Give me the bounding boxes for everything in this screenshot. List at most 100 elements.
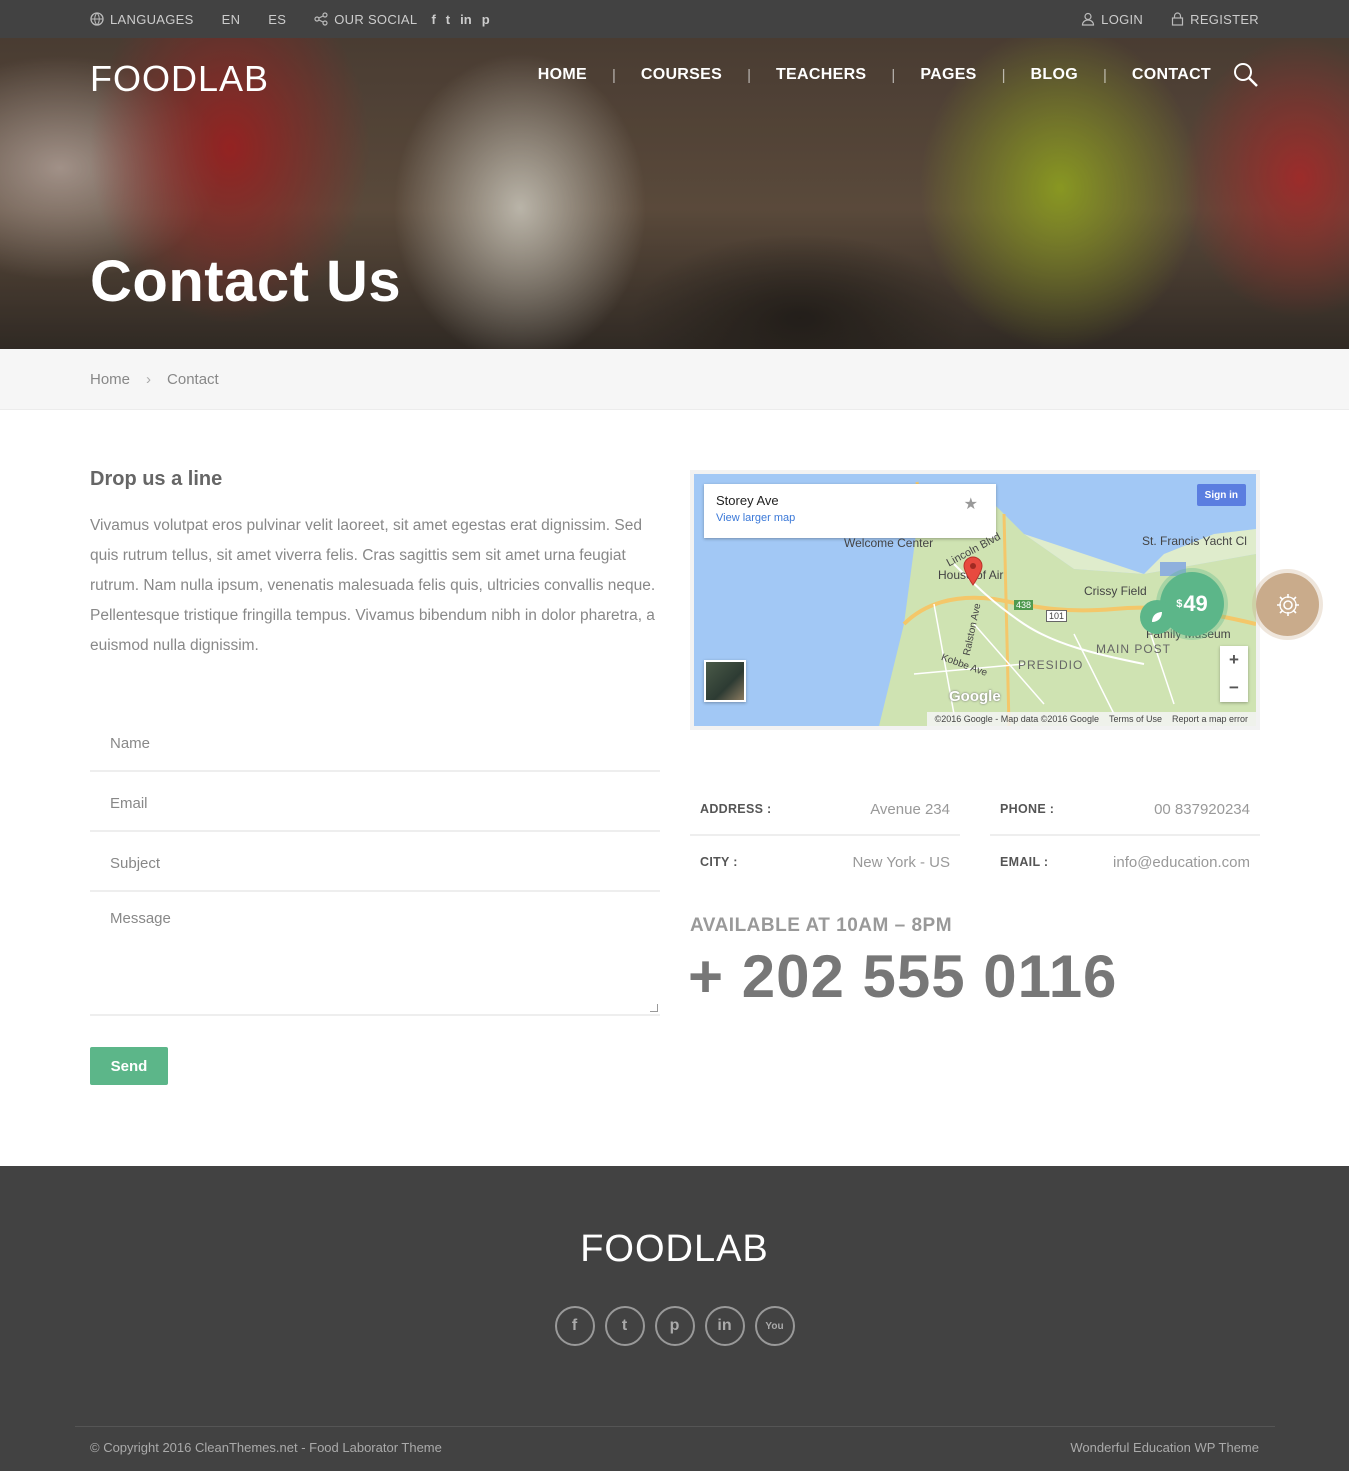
globe-icon [90,12,104,26]
phone-value: 00 837920234 [1154,800,1250,818]
lock-icon [1172,12,1184,26]
footer-divider [75,1426,1275,1427]
breadcrumb-home[interactable]: Home [90,371,130,388]
languages-menu[interactable]: LANGUAGES [90,12,194,27]
name-field[interactable]: Name [90,716,660,772]
user-icon [1082,12,1095,26]
map-sign-in-button[interactable]: Sign in [1196,484,1246,506]
login-link[interactable]: LOGIN [1081,12,1143,27]
form-heading: Drop us a line [90,468,223,490]
our-social: OUR SOCIAL [314,12,417,27]
city-label: CITY : [700,855,738,869]
email-placeholder: Email [110,794,148,812]
map-card-title: Storey Ave [716,493,779,508]
email-value[interactable]: info@education.com [1113,854,1250,871]
register-label: REGISTER [1190,11,1259,27]
nav-separator: | [1102,66,1107,84]
hero-banner: FOODLAB HOME | COURSES | TEACHERS | PAGE… [0,38,1349,349]
map-label-main-post: MAIN POST [1096,642,1172,656]
site-footer: FOODLAB f t p in You © Copyright 2016 Cl… [0,1166,1349,1471]
footer-logo[interactable]: FOODLAB [0,1228,1349,1271]
map-footer: ©2016 Google - Map data ©2016 Google Ter… [926,712,1256,726]
email-label: EMAIL : [1000,855,1049,869]
form-intro-text: Vivamus volutpat eros pulvinar velit lao… [90,517,656,654]
lang-es-link[interactable]: ES [268,12,286,27]
search-icon[interactable] [1233,62,1259,88]
nav-teachers[interactable]: TEACHERS [776,66,866,84]
facebook-icon[interactable]: f [431,12,435,27]
subject-field[interactable]: Subject [90,836,660,892]
map-zoom-control: + − [1220,646,1248,702]
map-label-presidio: PRESIDIO [1018,658,1084,672]
price-currency: $ [1176,598,1183,610]
nav-separator: | [747,66,751,84]
phone-row: PHONE : 00 837920234 [990,784,1260,836]
route-101-shield: 101 [1046,610,1068,622]
map-label-crissy: Crissy Field [1084,584,1147,598]
name-placeholder: Name [110,734,151,752]
site-logo[interactable]: FOODLAB [90,58,269,100]
register-link[interactable]: REGISTER [1171,12,1259,27]
page-title: Contact Us [90,249,402,314]
route-438-shield: 438 [1014,600,1034,610]
availability-hours: AVAILABLE AT 10AM – 8PM [690,915,953,936]
top-bar: LANGUAGES EN ES OUR SOCIAL f t in p LOGI… [0,0,1349,38]
main-nav: HOME | COURSES | TEACHERS | PAGES | BLOG… [538,62,1259,88]
city-row: CITY : New York - US [690,836,960,888]
email-field[interactable]: Email [90,776,660,832]
resize-handle[interactable] [650,1004,658,1012]
leaf-icon[interactable] [1140,600,1174,634]
footer-socials: f t p in You [0,1306,1349,1346]
gear-icon[interactable] [1256,573,1319,636]
nav-blog[interactable]: BLOG [1031,66,1078,84]
city-value: New York - US [852,853,950,871]
linkedin-icon[interactable]: in [704,1306,745,1346]
twitter-icon[interactable]: t [446,12,450,27]
breadcrumb: Home › Contact [0,349,1349,410]
subject-placeholder: Subject [110,854,161,872]
map-report-link[interactable]: Report a map error [1172,714,1248,724]
nav-separator: | [1001,66,1006,84]
breadcrumb-current: Contact [167,370,219,388]
map-label-yacht: St. Francis Yacht Cl [1142,534,1247,548]
phone-label: PHONE : [1000,802,1055,816]
nav-pages[interactable]: PAGES [920,66,976,84]
zoom-in-button[interactable]: + [1220,646,1248,674]
star-icon[interactable]: ★ [964,494,978,514]
twitter-icon[interactable]: t [604,1306,645,1346]
share-icon [314,12,328,26]
satellite-thumbnail[interactable] [704,660,746,702]
price-value: 49 [1183,591,1208,616]
linkedin-icon[interactable]: in [460,12,472,27]
footer-copyright: © Copyright 2016 CleanThemes.net - Food … [90,1440,442,1455]
big-phone-number: + 202 555 0116 [688,943,1118,1010]
languages-label: LANGUAGES [110,11,194,27]
google-logo: Google [949,688,1001,705]
map-copyright: ©2016 Google - Map data ©2016 Google [934,714,1099,724]
nav-separator: | [891,66,896,84]
address-row: ADDRESS : Avenue 234 [690,784,960,836]
message-placeholder: Message [110,910,171,927]
map-terms-link[interactable]: Terms of Use [1109,714,1162,724]
view-larger-map-link[interactable]: View larger map [716,512,984,524]
nav-contact[interactable]: CONTACT [1132,66,1211,84]
facebook-icon[interactable]: f [554,1306,595,1346]
pinterest-icon[interactable]: p [654,1306,695,1346]
lang-en-link[interactable]: EN [222,12,241,27]
map-info-card: Storey Ave View larger map ★ [704,484,996,538]
chevron-right-icon: › [146,370,152,388]
address-value: Avenue 234 [870,800,950,818]
login-label: LOGIN [1101,11,1144,27]
our-social-label: OUR SOCIAL [334,11,418,27]
send-button[interactable]: Send [90,1047,168,1085]
pinterest-icon[interactable]: p [482,12,490,27]
nav-home[interactable]: HOME [538,66,587,84]
zoom-out-button[interactable]: − [1220,674,1248,702]
map-pin-icon[interactable] [962,556,984,586]
address-label: ADDRESS : [700,802,772,816]
youtube-icon[interactable]: You [754,1306,795,1346]
nav-courses[interactable]: COURSES [641,66,722,84]
footer-tagline[interactable]: Wonderful Education WP Theme [1070,1440,1259,1455]
map-label-welcome: Welcome Center [844,536,934,550]
message-field[interactable]: Message [90,896,660,1016]
